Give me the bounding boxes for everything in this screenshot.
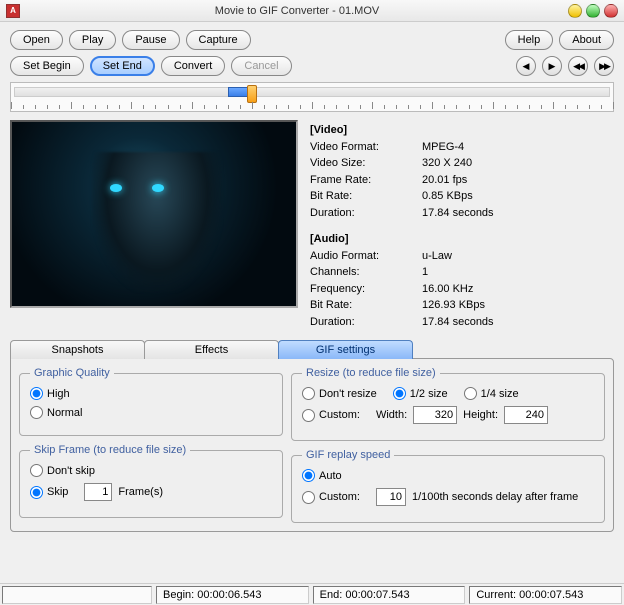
status-begin: Begin: 00:00:06.543 xyxy=(156,586,309,604)
resize-half[interactable]: 1/2 size xyxy=(393,387,448,400)
minimize-button[interactable] xyxy=(568,4,582,18)
close-button[interactable] xyxy=(604,4,618,18)
about-button[interactable]: About xyxy=(559,30,614,50)
replay-speed-group: GIF replay speed Auto Custom: 1/100th se… xyxy=(291,449,605,523)
cancel-button: Cancel xyxy=(231,56,291,76)
seek-start-icon[interactable]: ◀◀ xyxy=(568,56,588,76)
app-icon: A xyxy=(6,4,20,18)
video-preview xyxy=(10,120,298,308)
set-end-button[interactable]: Set End xyxy=(90,56,155,76)
window-title: Movie to GIF Converter - 01.MOV xyxy=(26,5,568,17)
tab-effects[interactable]: Effects xyxy=(144,340,279,359)
resize-dont[interactable]: Don't resize xyxy=(302,387,377,400)
skip-n[interactable]: Skip xyxy=(30,486,68,499)
seek-end-icon[interactable]: ▶▶ xyxy=(594,56,614,76)
open-button[interactable]: Open xyxy=(10,30,63,50)
set-begin-button[interactable]: Set Begin xyxy=(10,56,84,76)
status-end: End: 00:00:07.543 xyxy=(313,586,466,604)
skip-value-input[interactable] xyxy=(84,483,112,501)
quality-normal[interactable]: Normal xyxy=(30,406,82,419)
resize-quarter[interactable]: 1/4 size xyxy=(464,387,519,400)
status-current: Current: 00:00:07.543 xyxy=(469,586,622,604)
resize-width-input[interactable] xyxy=(413,406,457,424)
tab-snapshots[interactable]: Snapshots xyxy=(10,340,145,359)
resize-group: Resize (to reduce file size) Don't resiz… xyxy=(291,367,605,441)
replay-value-input[interactable] xyxy=(376,488,406,506)
convert-button[interactable]: Convert xyxy=(161,56,226,76)
titlebar: A Movie to GIF Converter - 01.MOV xyxy=(0,0,624,22)
maximize-button[interactable] xyxy=(586,4,600,18)
replay-auto[interactable]: Auto xyxy=(302,469,342,482)
tab-gif-settings[interactable]: GIF settings xyxy=(278,340,413,359)
resize-height-input[interactable] xyxy=(504,406,548,424)
timeline[interactable] xyxy=(10,82,614,112)
graphic-quality-group: Graphic Quality High Normal xyxy=(19,367,283,436)
seek-back-icon[interactable]: ◀ xyxy=(516,56,536,76)
skip-frame-group: Skip Frame (to reduce file size) Don't s… xyxy=(19,444,283,518)
status-bar: Begin: 00:00:06.543 End: 00:00:07.543 Cu… xyxy=(0,583,624,605)
video-header: [Video] xyxy=(310,122,614,139)
play-button[interactable]: Play xyxy=(69,30,116,50)
resize-custom[interactable]: Custom: xyxy=(302,409,360,422)
pause-button[interactable]: Pause xyxy=(122,30,179,50)
audio-header: [Audio] xyxy=(310,231,614,248)
seek-fwd-icon[interactable]: ▶ xyxy=(542,56,562,76)
status-empty xyxy=(2,586,152,604)
help-button[interactable]: Help xyxy=(505,30,554,50)
skip-dont[interactable]: Don't skip xyxy=(30,464,95,477)
replay-custom[interactable]: Custom: xyxy=(302,491,360,504)
quality-high[interactable]: High xyxy=(30,387,70,400)
capture-button[interactable]: Capture xyxy=(186,30,251,50)
media-info: [Video] Video Format:MPEG-4 Video Size:3… xyxy=(306,120,614,330)
